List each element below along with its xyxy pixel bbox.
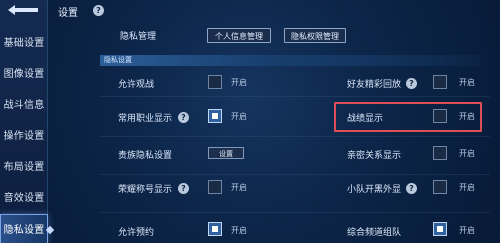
honor-title-checkbox[interactable] (208, 180, 222, 194)
sidebar-item-label: 操作设置 (3, 131, 45, 142)
sidebar-item-operation-settings[interactable]: 操作设置 (0, 121, 48, 152)
friend-highlight-help-icon[interactable]: ? (406, 78, 417, 89)
team-frame-status: 开启 (459, 183, 475, 192)
allow-reservation-label: 允许预约 (118, 228, 155, 238)
sidebar-item-image-settings[interactable]: 图像设置 (0, 59, 48, 90)
team-frame-checkbox[interactable] (433, 180, 447, 194)
friend-highlight-label: 好友精彩回放 (347, 80, 402, 90)
sidebar-item-label: 隐私设置 (3, 225, 45, 236)
common-job-checkbox[interactable] (208, 109, 222, 123)
sidebar-item-label: 战斗信息 (3, 100, 45, 111)
sidebar-item-sound-settings[interactable]: 音效设置 (0, 183, 48, 214)
privacy-management-label: 隐私管理 (120, 32, 157, 42)
friend-highlight-status: 开启 (459, 78, 475, 87)
page-title: 设置 (58, 8, 78, 19)
team-frame-label: 小队开黑外显 (347, 185, 402, 195)
common-job-status: 开启 (231, 112, 247, 121)
comprehensive-channel-label: 综合频道组队 (347, 228, 402, 238)
sidebar-item-battle-info[interactable]: 战斗信息 (0, 90, 48, 121)
allow-reservation-status: 开启 (231, 226, 247, 235)
noble-privacy-label: 贵族隐私设置 (118, 151, 173, 161)
comprehensive-channel-status: 开启 (459, 226, 475, 235)
friend-highlight-checkbox[interactable] (433, 75, 447, 89)
noble-privacy-settings-button[interactable]: 设置 (208, 147, 244, 159)
divider (100, 212, 490, 213)
common-job-label: 常用职业显示 (118, 114, 173, 124)
intimate-relationship-label: 亲密关系显示 (347, 151, 402, 161)
comprehensive-channel-checkbox[interactable] (433, 222, 447, 236)
honor-title-label: 荣耀称号显示 (118, 185, 173, 195)
divider (100, 136, 490, 137)
settings-sidebar: 基础设置 图像设置 战斗信息 操作设置 布局设置 音效设置 隐私设置 (0, 0, 48, 243)
sidebar-item-label: 图像设置 (3, 69, 45, 80)
divider (100, 96, 490, 97)
personal-info-management-button[interactable]: 个人信息管理 (207, 28, 271, 43)
sidebar-item-basic-settings[interactable]: 基础设置 (0, 28, 48, 59)
privacy-permission-management-button[interactable]: 隐私权限管理 (284, 28, 346, 43)
section-header-bar (100, 55, 480, 66)
allow-watch-checkbox[interactable] (208, 75, 222, 89)
allow-watch-label: 允许观战 (118, 80, 155, 90)
battle-record-status: 开启 (459, 112, 475, 121)
settings-screen: 基础设置 图像设置 战斗信息 操作设置 布局设置 音效设置 隐私设置 设置 ? … (0, 0, 500, 243)
intimate-relationship-status: 开启 (459, 149, 475, 158)
battle-record-label: 战绩显示 (347, 114, 384, 124)
back-button[interactable] (4, 2, 42, 20)
allow-watch-status: 开启 (231, 78, 247, 87)
back-arrow-icon (5, 3, 41, 22)
help-icon[interactable]: ? (93, 5, 104, 16)
team-frame-help-icon[interactable]: ? (406, 183, 417, 194)
settings-nav: 基础设置 图像设置 战斗信息 操作设置 布局设置 音效设置 隐私设置 (0, 28, 48, 243)
sidebar-item-label: 基础设置 (3, 38, 45, 49)
allow-reservation-checkbox[interactable] (208, 222, 222, 236)
sidebar-item-label: 布局设置 (3, 162, 45, 173)
sidebar-item-layout-settings[interactable]: 布局设置 (0, 152, 48, 183)
section-label-privacy-settings: 隐私设置 (104, 56, 132, 64)
sidebar-item-label: 音效设置 (3, 193, 45, 204)
sidebar-item-privacy-settings[interactable]: 隐私设置 (0, 214, 48, 243)
divider (100, 174, 490, 175)
common-job-help-icon[interactable]: ? (178, 112, 189, 123)
honor-title-status: 开启 (231, 183, 247, 192)
honor-title-help-icon[interactable]: ? (178, 183, 189, 194)
battle-record-checkbox[interactable] (433, 109, 447, 123)
intimate-relationship-checkbox[interactable] (433, 146, 447, 160)
